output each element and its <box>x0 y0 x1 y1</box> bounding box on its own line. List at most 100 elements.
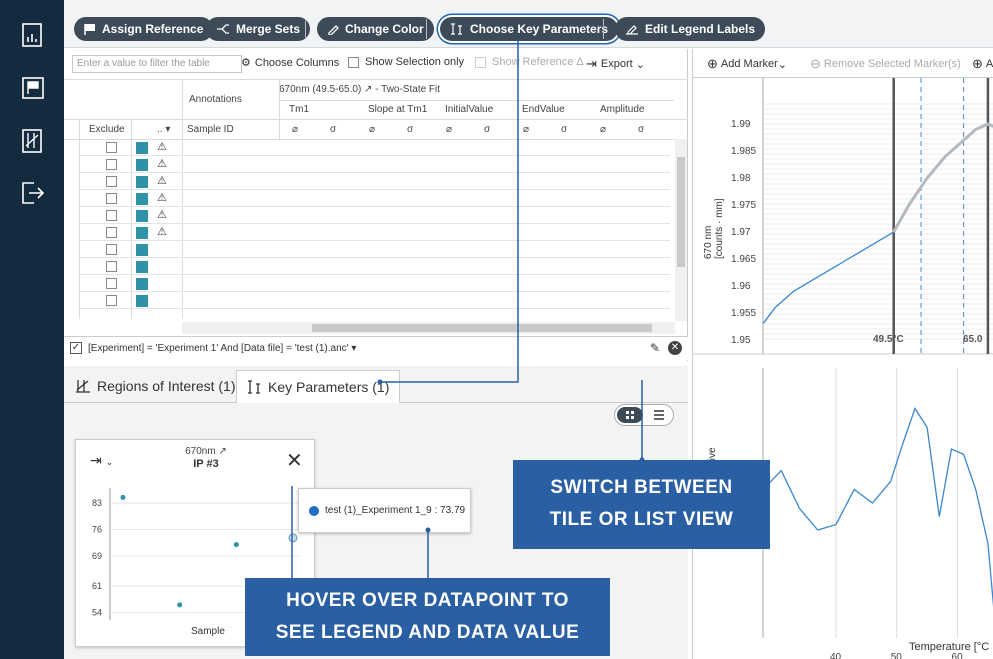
x-tick-label: 50 <box>891 652 903 659</box>
table-row[interactable] <box>80 292 670 309</box>
sub-header: ⌀ <box>292 124 299 135</box>
table-row[interactable] <box>80 241 670 258</box>
filter-enabled-checkbox[interactable]: ✓ <box>70 342 82 354</box>
export-icon[interactable] <box>20 180 46 206</box>
change-color-button[interactable]: Change Color <box>317 17 434 41</box>
tile-list-callout: SWITCH BETWEEN TILE OR LIST VIEW <box>513 460 770 549</box>
export-dropdown[interactable]: ⇥ Export ⌄ <box>586 56 645 72</box>
table-row[interactable]: ⚠ <box>80 156 670 173</box>
color-swatch[interactable] <box>136 227 148 239</box>
color-swatch[interactable] <box>136 142 148 154</box>
tab-key-parameters-label: Key Parameters (1) <box>268 379 390 395</box>
sub-header: σ <box>561 124 568 135</box>
add-marker-button[interactable]: ⊕ Add Marker ⌄ <box>707 56 787 72</box>
regions-icon[interactable] <box>20 128 46 154</box>
tab-regions-of-interest[interactable]: Regions of Interest (1) <box>64 370 246 402</box>
choose-columns-button[interactable]: ⚙ Choose Columns <box>241 56 340 70</box>
exclude-checkbox[interactable] <box>106 142 117 153</box>
show-selection-only-checkbox[interactable]: Show Selection only <box>348 56 464 68</box>
exclude-checkbox[interactable] <box>106 244 117 255</box>
exclude-checkbox[interactable] <box>106 261 117 272</box>
color-swatch[interactable] <box>136 244 148 256</box>
table-row[interactable]: ⚠ <box>80 173 670 190</box>
annotations-header: Annotations <box>189 94 242 105</box>
horizontal-scrollbar[interactable] <box>182 322 675 334</box>
warning-icon: ⚠ <box>157 226 167 238</box>
sub-header: σ <box>638 124 645 135</box>
merge-sets-label: Merge Sets <box>236 22 301 36</box>
color-swatch[interactable] <box>136 295 148 307</box>
remove-marker-label: Remove Selected Marker(s) <box>823 58 961 70</box>
y-tick-label: 1.975 <box>731 200 756 211</box>
y-tick-label: 69 <box>92 551 102 561</box>
exclude-checkbox[interactable] <box>106 176 117 187</box>
list-view-button[interactable] <box>646 407 672 423</box>
color-swatch[interactable] <box>136 210 148 222</box>
tooltip-text: test (1)_Experiment 1_9 : 73.79 <box>325 505 466 516</box>
filter-expression[interactable]: [Experiment] = 'Experiment 1' And [Data … <box>88 343 356 354</box>
end-value-header: EndValue <box>522 104 565 115</box>
x-axis-label: Temperature [°C <box>909 641 990 653</box>
card-title: 670nm ↗ <box>185 446 227 457</box>
exclude-checkbox[interactable] <box>106 159 117 170</box>
edit-legend-icon <box>626 25 638 35</box>
table-row[interactable]: ⚠ <box>80 139 670 156</box>
card-export-button[interactable]: ⇥ ⌄ <box>90 452 113 469</box>
add-marker-label: Add Marker <box>720 58 778 70</box>
clear-filter-icon[interactable]: ✕ <box>668 341 682 355</box>
exclude-checkbox[interactable] <box>106 295 117 306</box>
close-card-icon[interactable]: ✕ <box>286 448 303 473</box>
table-row[interactable]: ⚠ <box>80 190 670 207</box>
exclude-checkbox[interactable] <box>106 278 117 289</box>
table-row[interactable]: ⚠ <box>80 224 670 241</box>
add-more-button[interactable]: ⊕ A <box>972 56 993 72</box>
exclude-header[interactable]: Exclude <box>89 124 125 135</box>
color-swatch[interactable] <box>136 176 148 188</box>
edit-legend-labels-label: Edit Legend Labels <box>645 22 756 36</box>
show-reference-checkbox[interactable]: Show Reference Δ <box>475 56 584 68</box>
change-color-label: Change Color <box>345 22 424 36</box>
tm1-header: Tm1 <box>289 104 309 115</box>
color-swatch[interactable] <box>136 278 148 290</box>
sub-header: σ <box>407 124 414 135</box>
card-subtitle: IP #3 <box>193 458 219 470</box>
table-row[interactable]: ⚠ <box>80 207 670 224</box>
color-swatch[interactable] <box>136 159 148 171</box>
chart-icon[interactable] <box>20 22 46 48</box>
show-reference-label: Show Reference Δ <box>492 56 584 68</box>
y-tick-label: 1.955 <box>731 308 756 319</box>
assign-reference-button[interactable]: Assign Reference <box>74 17 214 41</box>
edit-filter-icon[interactable]: ✎ <box>650 341 660 355</box>
exclude-checkbox[interactable] <box>106 210 117 221</box>
group-header: 670nm (49.5-65.0) ↗ - Two-State Fit <box>279 84 441 95</box>
edit-legend-labels-button[interactable]: Edit Legend Labels <box>615 17 766 41</box>
data-point <box>233 542 239 548</box>
sub-header: ⌀ <box>446 124 453 135</box>
table-row[interactable] <box>80 258 670 275</box>
color-swatch[interactable] <box>136 261 148 273</box>
table-filter-input[interactable]: Enter a value to filter the table <box>72 55 242 73</box>
left-sidebar <box>0 0 64 659</box>
exclude-checkbox[interactable] <box>106 193 117 204</box>
choose-columns-label: Choose Columns <box>254 56 340 69</box>
menu-column-header[interactable]: .. ▾ <box>157 124 170 135</box>
card-x-label: Sample <box>191 626 225 637</box>
slope-header: Slope at Tm1 <box>368 104 428 115</box>
color-swatch[interactable] <box>136 193 148 205</box>
filter-status-bar: ✓ [Experiment] = 'Experiment 1' And [Dat… <box>64 336 688 360</box>
sample-id-header[interactable]: Sample ID <box>187 124 234 135</box>
table-row[interactable] <box>80 275 670 292</box>
flag-icon[interactable] <box>20 76 46 102</box>
tile-view-button[interactable] <box>617 407 643 423</box>
minus-circle-icon: ⊖ <box>810 56 821 71</box>
initial-value-header: InitialValue <box>445 104 494 115</box>
exclude-checkbox[interactable] <box>106 227 117 238</box>
remove-marker-button[interactable]: ⊖ Remove Selected Marker(s) <box>810 56 961 72</box>
view-toggle[interactable] <box>614 404 674 426</box>
choose-key-parameters-button[interactable]: Choose Key Parameters <box>440 17 619 41</box>
chevron-down-icon: ⌄ <box>635 58 645 71</box>
vertical-scrollbar[interactable] <box>675 139 687 321</box>
tab-key-parameters[interactable]: Key Parameters (1) <box>236 370 401 403</box>
regions-icon <box>76 380 90 393</box>
merge-sets-button[interactable]: Merge Sets <box>206 17 311 41</box>
